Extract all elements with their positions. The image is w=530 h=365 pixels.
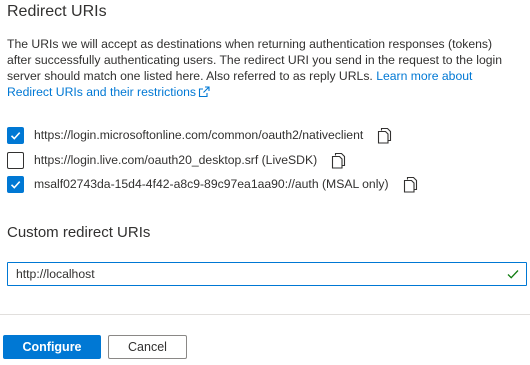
redirect-uri-label: https://login.microsoftonline.com/common… [34, 128, 364, 142]
footer-divider [0, 314, 530, 315]
redirect-uri-checkbox-msal[interactable] [7, 175, 24, 193]
valid-checkmark-icon [506, 267, 520, 286]
redirect-uri-row-livesdk: https://login.live.com/oauth20_desktop.s… [7, 150, 347, 170]
custom-redirect-uris-title: Custom redirect URIs [7, 224, 151, 241]
checkmark-icon [10, 131, 21, 140]
external-link-icon [198, 86, 210, 102]
copy-icon[interactable] [331, 152, 347, 169]
redirect-uri-row-nativeclient: https://login.microsoftonline.com/common… [7, 125, 393, 145]
section-description: The URIs we will accept as destinations … [7, 36, 517, 102]
copy-icon[interactable] [377, 127, 393, 144]
custom-redirect-uri-field [7, 262, 527, 286]
redirect-uri-checkbox-livesdk[interactable] [7, 151, 24, 169]
custom-redirect-uri-input[interactable] [16, 266, 496, 282]
copy-icon[interactable] [403, 176, 419, 193]
cancel-button[interactable]: Cancel [108, 335, 187, 359]
redirect-uri-label: msalf02743da-15d4-4f42-a8c9-89c97ea1aa90… [34, 177, 389, 191]
redirect-uri-label: https://login.live.com/oauth20_desktop.s… [34, 153, 318, 167]
checkmark-icon [10, 180, 21, 189]
configure-button[interactable]: Configure [3, 335, 101, 359]
section-title: Redirect URIs [7, 3, 107, 20]
redirect-uri-checkbox-nativeclient[interactable] [7, 126, 24, 144]
redirect-uri-row-msal: msalf02743da-15d4-4f42-a8c9-89c97ea1aa90… [7, 174, 419, 194]
